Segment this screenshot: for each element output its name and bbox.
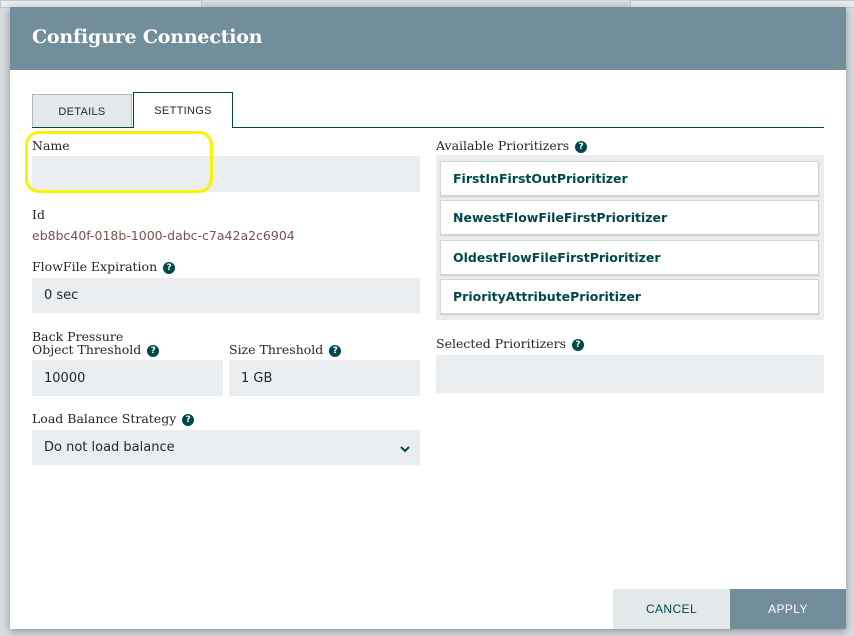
selected-prioritizers-label-text: Selected Prioritizers: [436, 336, 567, 351]
prioritizer-item[interactable]: FirstInFirstOutPrioritizer: [440, 161, 819, 196]
help-icon[interactable]: ?: [163, 261, 176, 274]
tab-settings[interactable]: SETTINGS: [133, 92, 233, 128]
flowfile-expiration-input[interactable]: 0 sec: [32, 278, 420, 313]
load-balance-strategy-label-text: Load Balance Strategy: [32, 411, 177, 426]
id-label: Id: [32, 207, 45, 222]
load-balance-strategy-label: Load Balance Strategy?: [32, 411, 195, 426]
cancel-button[interactable]: CANCEL: [613, 589, 730, 629]
tab-bar: DETAILS SETTINGS: [32, 92, 824, 128]
selected-prioritizers-label: Selected Prioritizers?: [436, 336, 585, 351]
object-threshold-input[interactable]: 10000: [32, 360, 223, 396]
help-icon[interactable]: ?: [147, 344, 160, 357]
prioritizer-item[interactable]: OldestFlowFileFirstPrioritizer: [440, 240, 819, 275]
load-balance-strategy-select[interactable]: Do not load balance: [32, 430, 420, 465]
flowfile-expiration-label-text: FlowFile Expiration: [32, 259, 158, 274]
dialog-title: Configure Connection: [32, 26, 263, 48]
size-threshold-label-text: Size Threshold: [229, 342, 324, 357]
help-icon[interactable]: ?: [329, 344, 342, 357]
help-icon[interactable]: ?: [182, 413, 195, 426]
available-prioritizers-list: FirstInFirstOutPrioritizer NewestFlowFil…: [436, 155, 824, 320]
object-threshold-label-text: Object Threshold: [32, 342, 142, 357]
chevron-down-icon: [400, 446, 410, 453]
flowfile-expiration-label: FlowFile Expiration?: [32, 259, 176, 274]
size-threshold-input[interactable]: 1 GB: [229, 360, 420, 396]
dialog-header: Configure Connection: [10, 7, 846, 70]
load-balance-strategy-value: Do not load balance: [44, 440, 175, 455]
connection-id-value: eb8bc40f-018b-1000-dabc-c7a42a2c6904: [32, 228, 295, 243]
highlight-annotation: [25, 131, 213, 193]
available-prioritizers-label-text: Available Prioritizers: [436, 138, 570, 153]
selected-prioritizers-dropzone[interactable]: [436, 355, 824, 393]
configure-connection-dialog: Configure Connection DETAILS SETTINGS Na…: [10, 7, 846, 629]
prioritizer-item[interactable]: NewestFlowFileFirstPrioritizer: [440, 200, 819, 235]
size-threshold-label: Size Threshold?: [229, 342, 342, 357]
object-threshold-label: Object Threshold?: [32, 342, 160, 357]
tab-details[interactable]: DETAILS: [32, 94, 132, 127]
prioritizer-item[interactable]: PriorityAttributePrioritizer: [440, 279, 819, 314]
help-icon[interactable]: ?: [572, 338, 585, 351]
help-icon[interactable]: ?: [575, 140, 588, 153]
available-prioritizers-label: Available Prioritizers?: [436, 138, 588, 153]
apply-button[interactable]: APPLY: [730, 589, 846, 629]
